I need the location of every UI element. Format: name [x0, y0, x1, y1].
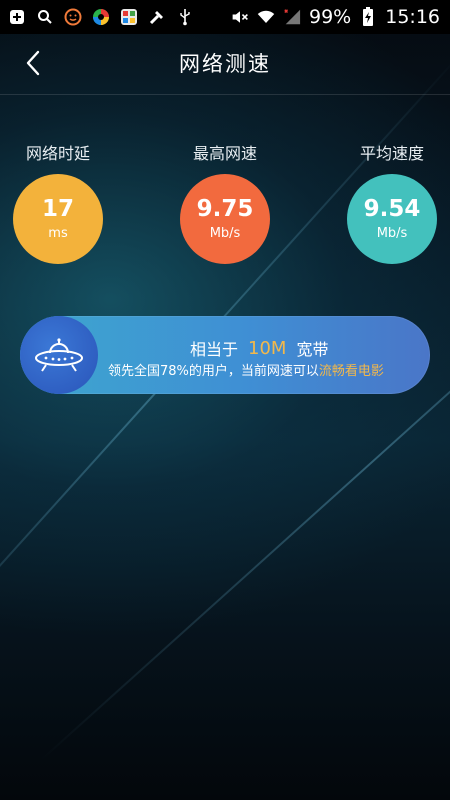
banner-headline: 相当于 10M 宽带 — [190, 336, 328, 360]
stat-average-speed: 平均速度 9.54 Mb/s — [344, 140, 440, 264]
usb-icon — [176, 8, 194, 26]
stat-max-speed: 最高网速 9.75 Mb/s — [177, 140, 273, 264]
search-icon — [36, 8, 54, 26]
stat-circle-average-speed: 9.54 Mb/s — [347, 174, 437, 264]
banner-description-text: 领先全国78%的用户，当前网速可以 — [108, 364, 319, 379]
stat-label: 网络时延 — [25, 144, 90, 163]
speed-result-banner[interactable]: 相当于 10M 宽带 领先全国78%的用户，当前网速可以流畅看电影 — [20, 316, 430, 394]
stat-label: 最高网速 — [192, 144, 257, 163]
stat-unit: Mb/s — [209, 226, 241, 242]
battery-percent: 99% — [309, 6, 352, 28]
smile-icon — [64, 8, 82, 26]
stat-unit: ms — [48, 226, 68, 242]
stat-value: 9.75 — [196, 195, 254, 222]
signal-icon — [283, 8, 301, 26]
stat-value: 9.54 — [363, 195, 421, 222]
banner-bandwidth: 10M — [248, 337, 287, 359]
clock: 15:16 — [385, 6, 440, 28]
wifi-icon — [257, 8, 275, 26]
page-title: 网络测速 — [179, 52, 271, 76]
stat-label: 平均速度 — [359, 144, 424, 163]
ufo-icon — [20, 316, 98, 394]
banner-prefix: 相当于 — [190, 340, 239, 359]
stat-circle-max-speed: 9.75 Mb/s — [180, 174, 270, 264]
navigation-bar: 网络测速 — [0, 34, 450, 95]
banner-description-highlight: 流畅看电影 — [318, 364, 384, 379]
tools-icon — [148, 8, 166, 26]
background — [0, 0, 450, 800]
plus-box-icon — [8, 8, 26, 26]
stat-latency: 网络时延 17 ms — [10, 140, 106, 264]
banner-suffix: 宽带 — [296, 340, 329, 359]
battery-charging-icon — [359, 7, 377, 26]
mute-icon — [231, 8, 249, 26]
stat-value: 17 — [41, 195, 74, 222]
stat-circle-latency: 17 ms — [13, 174, 103, 264]
status-bar: 99% 15:16 — [0, 0, 450, 34]
banner-description: 领先全国78%的用户，当前网速可以流畅看电影 — [108, 360, 384, 379]
app-icon-2 — [120, 8, 138, 26]
app-icon-1 — [92, 8, 110, 26]
stat-unit: Mb/s — [376, 226, 408, 242]
